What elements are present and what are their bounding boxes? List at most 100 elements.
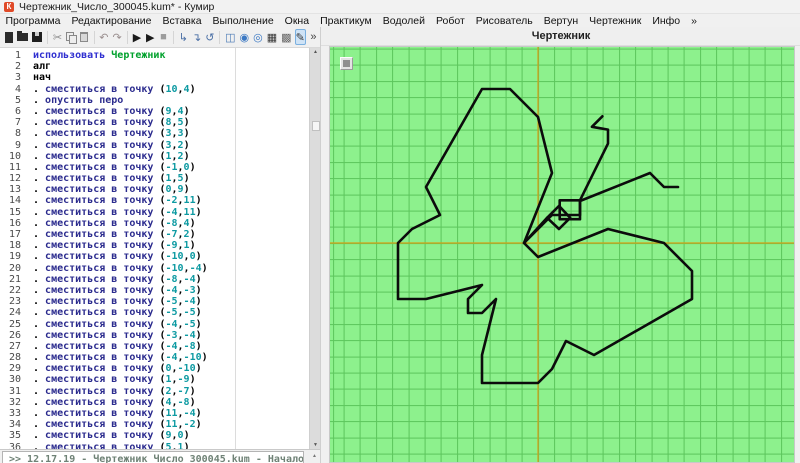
code-line-12[interactable]: 12 . сместиться в точку (1,5) [0, 173, 308, 184]
code-line-9[interactable]: 9 . сместиться в точку (3,2) [0, 140, 308, 151]
code-text: . сместиться в точку (-8,4) [33, 217, 196, 229]
line-number: 36 [8, 441, 21, 449]
menu-item-3[interactable]: Вставка [157, 15, 207, 27]
drafter-field[interactable] [329, 46, 795, 463]
code-line-2[interactable]: 2 алг [0, 61, 308, 72]
code-line-31[interactable]: 31 . сместиться в точку (2,-7) [0, 386, 308, 397]
windows-icon[interactable]: ◫ [224, 29, 236, 45]
menu-item-10[interactable]: Вертун [538, 15, 583, 27]
undo-icon[interactable]: ↶ [98, 29, 109, 45]
menu-item-2[interactable]: Редактирование [66, 15, 157, 27]
menu-item-1[interactable]: Программа [0, 15, 66, 27]
line-number: 25 [8, 318, 21, 330]
code-line-29[interactable]: 29 . сместиться в точку (0,-10) [0, 363, 308, 374]
toolbar-separator [47, 30, 48, 44]
toolbar: ✂ ↶ ↷ ▶ ▶ ■ ↳ ↴ ↺ ◫ ◉ ◎ ▦ ▩ ✎» [0, 27, 320, 48]
drafter-icon[interactable]: ✎ [294, 29, 306, 45]
code-line-22[interactable]: 22 . сместиться в точку (-4,-3) [0, 285, 308, 296]
code-line-32[interactable]: 32 . сместиться в точку (4,-8) [0, 397, 308, 408]
left-pane: ✂ ↶ ↷ ▶ ▶ ■ ↳ ↴ ↺ ◫ ◉ ◎ ▦ ▩ ✎» 1 использовать Чертежник… [0, 27, 320, 463]
code-line-20[interactable]: 20 . сместиться в точку (-10,-4) [0, 263, 308, 274]
scrollbar-thumb[interactable] [311, 121, 320, 131]
log-box: >> 12.17.19 - Чертежник_Число_300045.kum… [2, 451, 304, 463]
code-line-6[interactable]: 6 . сместиться в точку (9,4) [0, 106, 308, 117]
code-editor[interactable]: 1 использовать Чертежник 2 алг 3 нач 4 . смести… [0, 48, 320, 449]
code-line-16[interactable]: 16 . сместиться в точку (-8,4) [0, 218, 308, 229]
editor-scrollbar[interactable]: ▲ ▼ [309, 48, 320, 449]
code-line-35[interactable]: 35 . сместиться в точку (9,0) [0, 430, 308, 441]
new-file-icon[interactable] [3, 29, 14, 45]
robot-icon[interactable]: ▩ [280, 29, 292, 45]
step-out-icon[interactable]: ↺ [204, 29, 215, 45]
code-line-5[interactable]: 5 . опустить перо [0, 95, 308, 106]
step-over-icon[interactable]: ↳ [178, 29, 189, 45]
code-line-36[interactable]: 36 . сместиться в точку (5,1) [0, 442, 308, 449]
step-into-icon[interactable]: ↴ [191, 29, 202, 45]
code-line-25[interactable]: 25 . сместиться в точку (-4,-5) [0, 319, 308, 330]
line-number: 29 [8, 363, 21, 375]
open-file-icon[interactable] [16, 29, 29, 45]
code-line-10[interactable]: 10 . сместиться в точку (1,2) [0, 151, 308, 162]
line-number: 3 [14, 72, 21, 84]
menu-item-4[interactable]: Выполнение [207, 15, 279, 27]
turner-actor-icon[interactable]: ◎ [252, 29, 264, 45]
code-line-4[interactable]: 4 . сместиться в точку (10,4) [0, 84, 308, 95]
code-line-8[interactable]: 8 . сместиться в точку (3,3) [0, 128, 308, 139]
line-number: 6 [14, 105, 21, 117]
menu-item-5[interactable]: Окна [279, 15, 314, 27]
menu-item-7[interactable]: Водолей [377, 15, 430, 27]
log-scroll-up-icon[interactable]: ▲ [312, 453, 317, 459]
code-line-19[interactable]: 19 . сместиться в точку (-10,0) [0, 251, 308, 262]
code-line-14[interactable]: 14 . сместиться в точку (-2,11) [0, 195, 308, 206]
toolbar-overflow-icon[interactable]: » [308, 29, 319, 45]
robot-field-icon[interactable]: ▦ [266, 29, 278, 45]
run-icon[interactable]: ▶ [131, 29, 142, 45]
code-line-23[interactable]: 23 . сместиться в точку (-5,-4) [0, 296, 308, 307]
code-line-3[interactable]: 3 нач [0, 72, 308, 83]
code-line-24[interactable]: 24 . сместиться в точку (-5,-5) [0, 307, 308, 318]
code-line-33[interactable]: 33 . сместиться в точку (11,-4) [0, 408, 308, 419]
code-line-21[interactable]: 21 . сместиться в точку (-8,-4) [0, 274, 308, 285]
line-number: 8 [14, 128, 21, 140]
stop-icon[interactable]: ■ [158, 29, 169, 45]
code-line-7[interactable]: 7 . сместиться в точку (8,5) [0, 117, 308, 128]
water-actor-icon[interactable]: ◉ [239, 29, 251, 45]
toolbar-separator [219, 30, 221, 44]
code-line-1[interactable]: 1 использовать Чертежник [0, 50, 308, 61]
menu-item-8[interactable]: Робот [430, 15, 470, 27]
code-text: . сместиться в точку (-8,-4) [33, 273, 202, 285]
code-line-26[interactable]: 26 . сместиться в точку (-3,-4) [0, 330, 308, 341]
code-line-17[interactable]: 17 . сместиться в точку (-7,2) [0, 229, 308, 240]
line-number: 31 [8, 385, 21, 397]
menu-item-11[interactable]: Чертежник [584, 15, 647, 27]
line-number: 16 [8, 217, 21, 229]
scroll-up-icon[interactable]: ▲ [310, 49, 320, 55]
field-corner-grip [343, 60, 350, 67]
line-number: 32 [8, 396, 21, 408]
menu-item-9[interactable]: Рисователь [470, 15, 538, 27]
drafter-pane: Чертежник [320, 27, 800, 463]
code-line-34[interactable]: 34 . сместиться в точку (11,-2) [0, 419, 308, 430]
paste-icon[interactable] [78, 29, 89, 45]
menu-item-13[interactable]: » [686, 15, 703, 27]
line-number: 12 [8, 173, 21, 185]
code-line-30[interactable]: 30 . сместиться в точку (1,-9) [0, 374, 308, 385]
line-number: 26 [8, 329, 21, 341]
code-line-28[interactable]: 28 . сместиться в точку (-4,-10) [0, 352, 308, 363]
code-text: . сместиться в точку (-4,11) [33, 206, 202, 218]
code-line-15[interactable]: 15 . сместиться в точку (-4,11) [0, 207, 308, 218]
scroll-down-icon[interactable]: ▼ [310, 442, 320, 448]
run-step-icon[interactable]: ▶ [145, 29, 156, 45]
save-icon[interactable] [31, 29, 43, 45]
title-bar: К Чертежник_Число_300045.kum* - Кумир [0, 0, 800, 14]
menu-item-12[interactable]: Инфо [647, 15, 686, 27]
menu-item-6[interactable]: Практикум [315, 15, 378, 27]
code-line-11[interactable]: 11 . сместиться в точку (-1,0) [0, 162, 308, 173]
copy-icon[interactable] [65, 29, 78, 45]
code-line-18[interactable]: 18 . сместиться в точку (-9,1) [0, 240, 308, 251]
redo-icon[interactable]: ↷ [112, 29, 123, 45]
field-corner-button[interactable] [340, 57, 353, 70]
cut-icon[interactable]: ✂ [52, 29, 63, 45]
code-line-27[interactable]: 27 . сместиться в точку (-4,-8) [0, 341, 308, 352]
code-line-13[interactable]: 13 . сместиться в точку (0,9) [0, 184, 308, 195]
